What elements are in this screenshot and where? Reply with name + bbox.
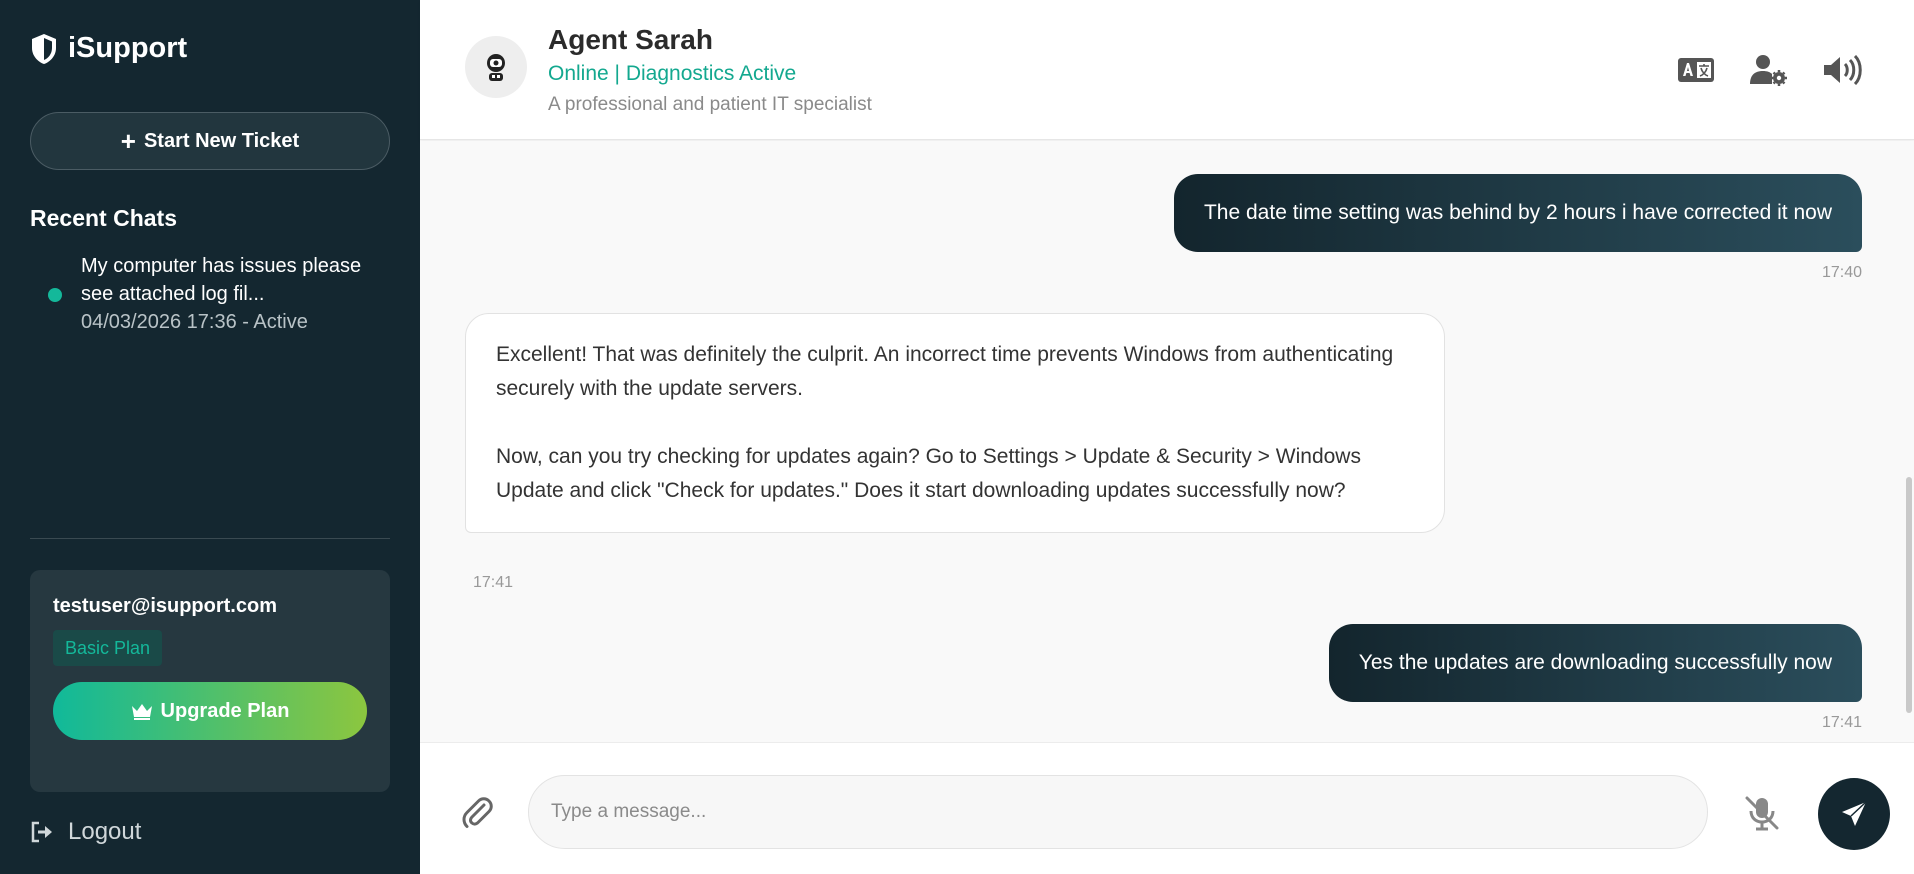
volume-icon bbox=[1824, 55, 1862, 85]
message-input[interactable] bbox=[528, 775, 1708, 849]
brand[interactable]: iSupport bbox=[30, 32, 187, 65]
send-icon bbox=[1842, 801, 1867, 826]
mic-off-icon bbox=[1745, 796, 1779, 831]
attach-file-button[interactable] bbox=[460, 795, 496, 831]
message-timestamp: 17:41 bbox=[1821, 714, 1862, 731]
send-button[interactable] bbox=[1818, 778, 1890, 850]
translate-button[interactable] bbox=[1674, 48, 1718, 92]
shield-icon bbox=[32, 33, 56, 64]
scrollbar-thumb[interactable] bbox=[1906, 477, 1912, 713]
logout-button[interactable]: Logout bbox=[30, 818, 141, 846]
agent-message-bubble: Excellent! That was definitely the culpr… bbox=[465, 313, 1445, 533]
agent-status: Online | Diagnostics Active bbox=[548, 62, 797, 85]
user-settings-icon bbox=[1750, 55, 1787, 86]
chat-title: My computer has issues please see attach… bbox=[81, 255, 362, 305]
agent-name: Agent Sarah bbox=[548, 24, 713, 55]
message-list[interactable]: The date time setting was behind by 2 ho… bbox=[420, 141, 1914, 742]
logout-icon bbox=[31, 821, 52, 843]
microphone-button[interactable] bbox=[1742, 793, 1782, 833]
message-timestamp: 17:40 bbox=[1821, 264, 1862, 281]
logout-label: Logout bbox=[68, 818, 142, 845]
agent-message-paragraph: Now, can you try checking for updates ag… bbox=[496, 445, 1361, 502]
chat-meta: 04/03/2026 17:36 - Active bbox=[81, 311, 308, 333]
message-composer bbox=[420, 742, 1914, 874]
plus-icon: + bbox=[120, 126, 136, 156]
chat-header: Agent Sarah Online | Diagnostics Active … bbox=[420, 0, 1914, 140]
volume-button[interactable] bbox=[1820, 48, 1864, 92]
upgrade-plan-button[interactable]: Upgrade Plan bbox=[53, 682, 367, 740]
user-message-bubble: The date time setting was behind by 2 ho… bbox=[1173, 174, 1862, 252]
user-message-bubble: Yes the updates are downloading successf… bbox=[1328, 624, 1862, 702]
brand-name: iSupport bbox=[68, 32, 188, 64]
message-timestamp: 17:41 bbox=[473, 574, 514, 591]
sidebar: iSupport + Start New Ticket Recent Chats… bbox=[0, 0, 420, 874]
paperclip-icon bbox=[462, 797, 493, 828]
sidebar-divider bbox=[30, 538, 390, 539]
agent-avatar bbox=[465, 36, 527, 98]
account-email: testuser@isupport.com bbox=[53, 595, 277, 617]
translate-icon bbox=[1678, 58, 1714, 82]
start-new-ticket-button[interactable]: + Start New Ticket bbox=[30, 112, 390, 170]
account-card: testuser@isupport.com Basic Plan Upgrade… bbox=[30, 570, 390, 792]
upgrade-plan-label: Upgrade Plan bbox=[160, 699, 290, 722]
recent-chats-heading: Recent Chats bbox=[30, 205, 177, 231]
plan-badge: Basic Plan bbox=[53, 630, 163, 666]
active-status-dot bbox=[48, 288, 62, 302]
agent-description: A professional and patient IT specialist bbox=[548, 94, 872, 115]
agent-message-paragraph: Excellent! That was definitely the culpr… bbox=[496, 343, 1394, 400]
user-settings-button[interactable] bbox=[1747, 48, 1791, 92]
crown-icon bbox=[131, 704, 152, 720]
start-new-ticket-label: Start New Ticket bbox=[143, 129, 300, 152]
robot-icon bbox=[487, 54, 505, 81]
